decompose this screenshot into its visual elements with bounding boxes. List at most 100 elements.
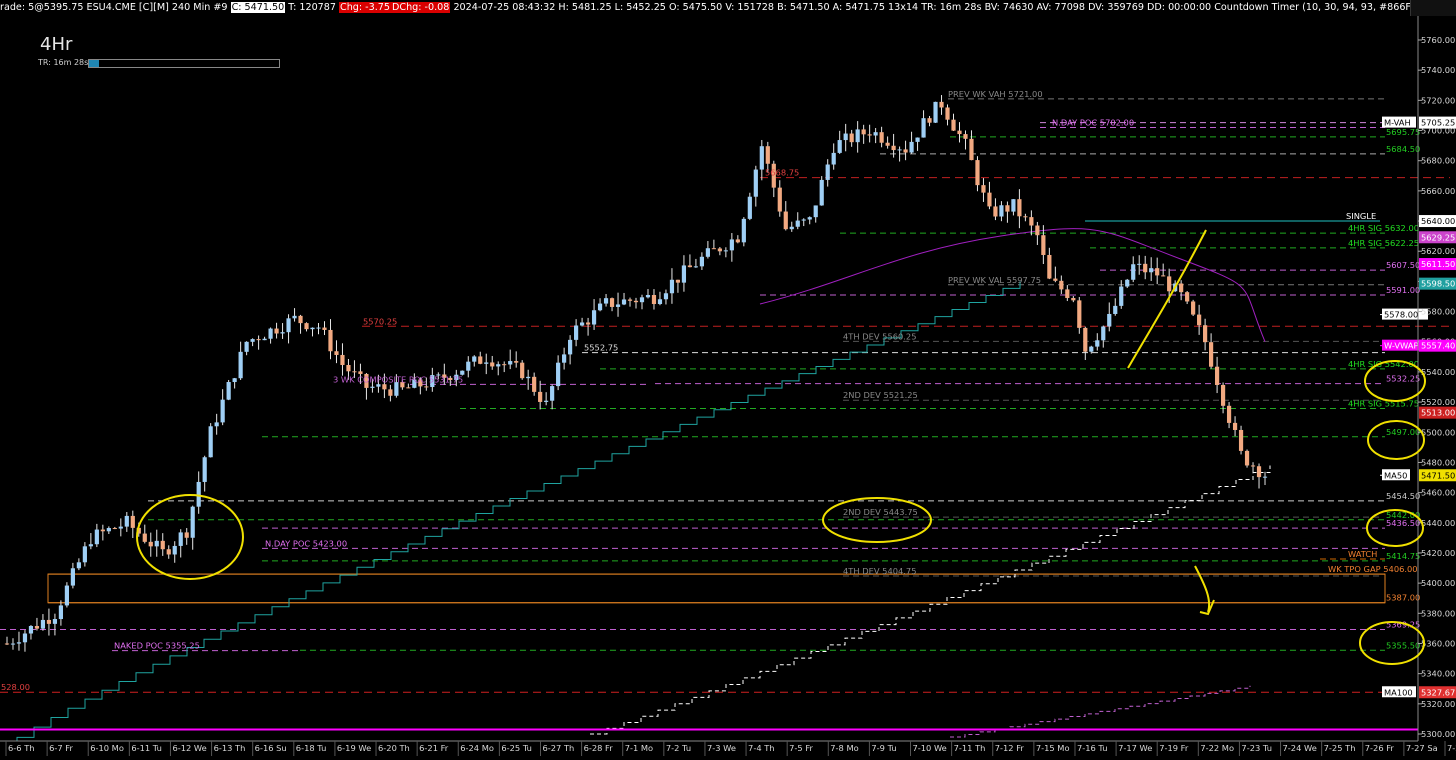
candle-body <box>388 389 393 396</box>
candle[interactable] <box>520 360 525 380</box>
x-tick-label: 6-10 Mo <box>90 743 124 753</box>
price-tag-text: 5513.00 <box>1421 408 1455 418</box>
candle-body <box>130 515 135 528</box>
candle-body <box>148 541 153 547</box>
candle-body <box>1029 217 1034 226</box>
level-label: 5570.25 <box>363 316 397 326</box>
candle-body <box>603 298 609 304</box>
candle-body <box>268 328 273 339</box>
candle-body <box>1125 279 1130 287</box>
candle-body <box>76 562 81 569</box>
candle-body <box>256 339 261 341</box>
candle[interactable] <box>64 582 69 608</box>
candle-body <box>687 265 693 268</box>
candle-body <box>274 328 279 334</box>
y-tick-label: 5500.00 <box>1421 427 1455 437</box>
status-segment: DChg: -0.08 <box>391 2 451 13</box>
y-tick-label: 5540.00 <box>1421 367 1455 377</box>
candle-body <box>262 338 267 341</box>
chart-background <box>0 0 1456 756</box>
level-label: 5668.75 <box>765 168 799 178</box>
candle-body <box>915 137 920 142</box>
candle[interactable] <box>208 423 213 458</box>
x-tick-label: 7-26 Fr <box>1365 743 1395 753</box>
x-tick-label: 7-19 Fr <box>1159 743 1189 753</box>
candle-body <box>172 545 177 555</box>
candle-body <box>184 532 189 538</box>
candle-body <box>352 371 357 373</box>
candle[interactable] <box>226 379 231 401</box>
status-segment: rade: 5@5395.75 ESU4.CME [C][M] 240 Min … <box>0 2 231 13</box>
candle-body <box>1220 384 1226 406</box>
candle-body <box>178 532 183 546</box>
candle-body <box>711 248 716 250</box>
price-tag: 5598.50 <box>1419 277 1456 290</box>
price-chart[interactable]: PREV WK VAH 5721.00M-VAHN.DAY POC 5702.0… <box>0 0 1456 756</box>
x-tick-label: 7-8 Mo <box>830 743 858 753</box>
candle[interactable] <box>819 176 824 206</box>
candle-body <box>562 354 567 363</box>
candle-body <box>1137 263 1142 265</box>
candle-body <box>514 361 519 363</box>
candle[interactable] <box>1191 299 1196 317</box>
x-tick-label: 6-13 Th <box>214 743 246 753</box>
y-tick-label: 5420.00 <box>1421 548 1455 558</box>
candle-body <box>819 179 824 206</box>
candle-body <box>94 529 99 545</box>
candle-body <box>160 540 165 550</box>
candle-body <box>1131 264 1136 280</box>
candle[interactable] <box>1238 425 1244 455</box>
candle-body <box>1250 465 1256 467</box>
candle-body <box>663 293 669 300</box>
x-tick-label: 7-23 Tu <box>1241 743 1272 753</box>
x-tick-label: 7-3 We <box>707 743 736 753</box>
candle-body <box>1161 275 1166 277</box>
candle-body <box>975 160 980 186</box>
candle-body <box>927 118 932 123</box>
y-tick-label: 5480.00 <box>1421 457 1455 467</box>
candle-body <box>496 364 501 367</box>
candle-body <box>1203 325 1208 343</box>
candle[interactable] <box>741 217 746 247</box>
level-label: 5436.50 <box>1386 518 1420 528</box>
x-tick-label: 7-1 Mo <box>625 743 653 753</box>
price-tag-text: 5598.50 <box>1421 279 1455 289</box>
candle-body <box>585 322 591 325</box>
candle-body <box>813 205 818 218</box>
candle-body <box>867 134 872 136</box>
x-tick-label: 7-2 Tu <box>666 743 691 753</box>
candle-body <box>244 341 249 352</box>
level-label: 5454.50 <box>1386 491 1420 501</box>
candle-body <box>70 568 75 586</box>
y-tick-label: 5620.00 <box>1421 246 1455 256</box>
candle[interactable] <box>747 192 752 221</box>
candle-body <box>64 585 69 606</box>
candle-body <box>939 101 944 108</box>
candle-body <box>1065 289 1070 299</box>
candle-body <box>334 351 339 355</box>
candle-body <box>382 384 387 390</box>
top-status-bar: rade: 5@5395.75 ESU4.CME [C][M] 240 Min … <box>0 0 1410 16</box>
candle-body <box>196 481 201 507</box>
status-segment: Chg: -3.75 <box>339 2 392 13</box>
candle-body <box>550 386 555 401</box>
level-label: 5532.25 <box>1386 374 1420 384</box>
candle-body <box>735 239 740 243</box>
chart-window[interactable]: PREV WK VAH 5721.00 M-VAH N.DAY POC 5702.0… <box>0 0 1456 756</box>
status-segment: T: 120787 <box>285 2 340 13</box>
candle-body <box>526 376 531 379</box>
candle-body <box>238 351 243 379</box>
x-tick-label: 6-6 Th <box>8 743 35 753</box>
candle-body <box>1214 366 1220 385</box>
candle[interactable] <box>933 101 938 123</box>
candle-body <box>1185 292 1190 302</box>
x-tick-label: 6-16 Su <box>255 743 287 753</box>
y-tick-label: 5380.00 <box>1421 608 1455 618</box>
candle-body <box>280 332 285 334</box>
level-tag-text: MA100 <box>1384 687 1413 697</box>
candle-body <box>843 133 848 141</box>
candle-body <box>855 129 860 143</box>
candle-body <box>1232 422 1238 430</box>
level-label: 4HR SIG 5632.00 <box>1348 223 1419 233</box>
candle[interactable] <box>1244 449 1250 468</box>
